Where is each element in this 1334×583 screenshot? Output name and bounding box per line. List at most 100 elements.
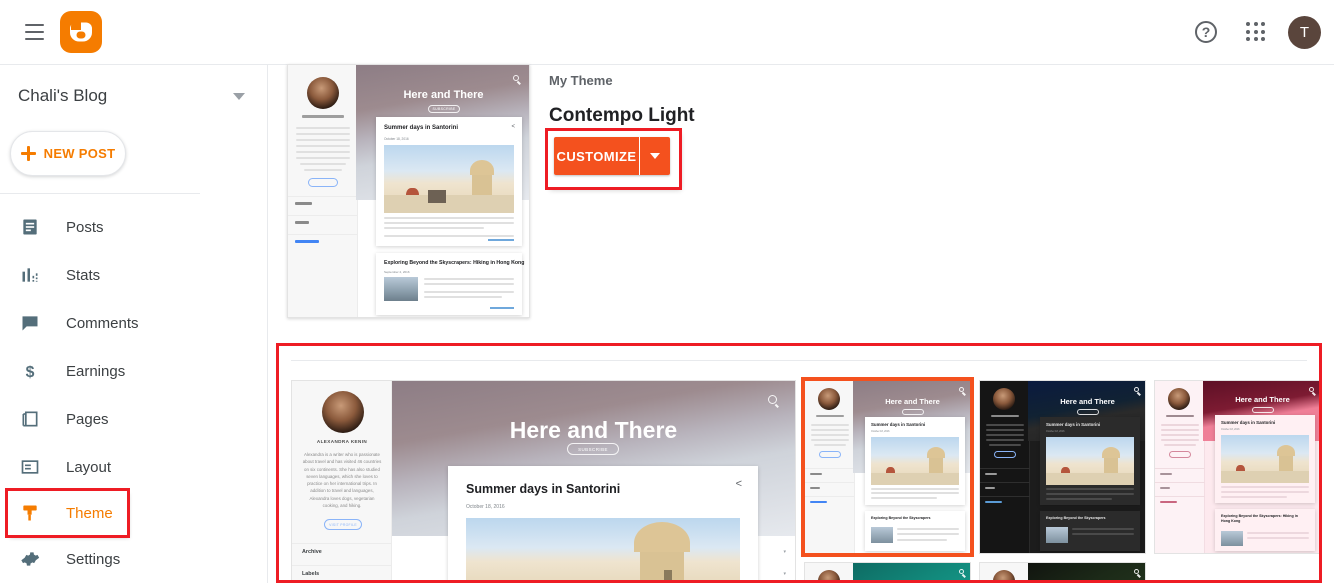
- labels-widget-label[interactable]: Labels: [302, 571, 319, 577]
- post-card[interactable]: Summer days in Santorini October 18, 201…: [376, 117, 522, 246]
- subscribe-button[interactable]: SUBSCRIBE: [428, 105, 460, 113]
- sidebar-item-posts[interactable]: Posts: [0, 203, 267, 251]
- layout-icon: [18, 455, 42, 479]
- sidebar-item-pages[interactable]: Pages: [0, 395, 267, 443]
- blogger-theme-page: ? T Chali's Blog NEW POST Posts Stats Co…: [0, 0, 1334, 583]
- blog-hero: [1028, 563, 1145, 580]
- customize-dropdown-button[interactable]: [640, 137, 670, 175]
- new-post-button[interactable]: NEW POST: [10, 131, 126, 176]
- blog-title: Here and There: [509, 417, 678, 443]
- theme-variant-thumb-teal[interactable]: Here and There: [804, 562, 971, 580]
- sidebar-item-comments[interactable]: Comments: [0, 299, 267, 347]
- visit-profile-button[interactable]: [308, 178, 338, 187]
- comments-icon: [18, 311, 42, 335]
- sidebar-item-settings[interactable]: Settings: [0, 535, 267, 583]
- sidebar-item-label: Layout: [66, 458, 112, 476]
- post-title: Exploring Beyond the Skyscrapers: Hiking…: [384, 260, 525, 266]
- blog-preview-render: Here and There: [980, 563, 1145, 580]
- blog-switcher[interactable]: Chali's Blog: [0, 79, 267, 113]
- visit-profile-button[interactable]: [819, 451, 841, 458]
- sidebar-item-label: Pages: [66, 410, 109, 428]
- post-date: October 18, 2016: [384, 137, 409, 141]
- visit-profile-button[interactable]: VISIT PROFILE: [324, 519, 362, 530]
- hamburger-line: [24, 24, 44, 26]
- archive-widget[interactable]: [295, 202, 312, 205]
- apps-button[interactable]: [1234, 10, 1278, 54]
- customize-button[interactable]: CUSTOMIZE: [554, 137, 670, 175]
- post-card: Summer days in Santorini October 18, 201…: [1215, 415, 1315, 503]
- share-icon[interactable]: <: [512, 259, 515, 265]
- blogger-logo-icon[interactable]: [60, 11, 102, 53]
- search-icon[interactable]: [768, 395, 777, 404]
- share-icon[interactable]: <: [511, 124, 515, 130]
- sidebar-item-theme[interactable]: Theme: [5, 488, 130, 538]
- theme-variant-thumb-selected[interactable]: Here and There Summer days in Santorini …: [801, 377, 974, 557]
- gallery-divider: [291, 360, 1307, 361]
- labels-widget[interactable]: [295, 221, 309, 224]
- search-icon: [959, 387, 964, 392]
- gallery-row-primary: ALEXANDRA KENIN Alexandra is a writer wh…: [291, 377, 1319, 580]
- theme-variant-large-preview[interactable]: ALEXANDRA KENIN Alexandra is a writer wh…: [291, 380, 796, 580]
- theme-variant-thumb-green[interactable]: Here and There: [979, 562, 1146, 580]
- search-icon: [1134, 569, 1139, 574]
- blog-preview-render: Here and There Summer days in Santorini …: [805, 381, 970, 553]
- hamburger-menu-icon[interactable]: [12, 10, 56, 54]
- help-button[interactable]: ?: [1184, 10, 1228, 54]
- post-card: Exploring Beyond the Skyscrapers: Hiking…: [1215, 509, 1315, 551]
- sidebar-divider: [0, 193, 200, 194]
- blog-hero: [853, 563, 970, 580]
- post-card[interactable]: Summer days in Santorini October 18, 201…: [448, 466, 758, 580]
- sidebar-item-earnings[interactable]: $ Earnings: [0, 347, 267, 395]
- blog-preview-render: ALEXANDRA KENIN Alexandra is a writer wh…: [292, 381, 795, 580]
- post-title: Summer days in Santorini: [466, 482, 621, 496]
- post-title: Exploring Beyond the Skyscrapers: [1046, 516, 1106, 520]
- archive-widget-label[interactable]: Archive: [302, 549, 322, 555]
- subscribe-button[interactable]: SUBSCRIBE: [567, 443, 619, 455]
- blogger-logo-notch: [71, 22, 81, 30]
- search-icon: [959, 569, 964, 574]
- visit-profile-button[interactable]: [1169, 451, 1191, 458]
- post-title: Summer days in Santorini: [1221, 420, 1276, 425]
- posts-icon: [18, 215, 42, 239]
- blog-preview-render: Here and There Summer days in Santorini …: [1155, 381, 1319, 553]
- sidebar-item-label: Earnings: [66, 362, 126, 380]
- sidebar-item-label: Settings: [66, 550, 121, 568]
- post-image: [466, 518, 740, 580]
- post-title: Exploring Beyond the Skyscrapers: Hiking…: [1221, 514, 1298, 524]
- author-name-text: [302, 115, 344, 118]
- post-card: Summer days in Santorini October 18, 201…: [865, 417, 965, 505]
- current-theme-preview[interactable]: Here and There SUBSCRIBE Summer days in …: [287, 64, 530, 318]
- blog-title: Here and There: [885, 397, 940, 406]
- avatar[interactable]: T: [1288, 15, 1321, 49]
- visit-profile-button[interactable]: [994, 451, 1016, 458]
- sidebar-item-stats[interactable]: Stats: [0, 251, 267, 299]
- author-name: ALEXANDRA KENIN: [316, 439, 368, 444]
- post-thumbnail: [384, 277, 418, 301]
- avatar: [818, 388, 840, 410]
- chevron-down-icon[interactable]: ▾: [783, 571, 786, 577]
- blog-title: Here and There: [1235, 395, 1290, 404]
- read-more-link[interactable]: [490, 307, 514, 309]
- read-more-link[interactable]: [488, 239, 514, 241]
- search-icon[interactable]: [513, 75, 519, 81]
- post-card[interactable]: Exploring Beyond the Skyscrapers: Hiking…: [376, 253, 525, 315]
- sidebar-item-label: Posts: [66, 218, 104, 236]
- post-title: Summer days in Santorini: [1046, 422, 1101, 427]
- report-abuse-link[interactable]: [295, 240, 319, 243]
- customize-button-label: CUSTOMIZE: [554, 137, 639, 175]
- sidebar-item-label: Theme: [66, 504, 113, 522]
- search-icon: [1134, 387, 1139, 392]
- customize-separator: [639, 137, 640, 175]
- share-icon[interactable]: <: [736, 478, 742, 490]
- plus-icon: [20, 146, 36, 161]
- theme-variant-thumb-pink[interactable]: Here and There Summer days in Santorini …: [1154, 380, 1319, 554]
- gallery-col-1: Here and There Summer days in Santorini …: [801, 377, 974, 580]
- theme-variant-thumb-dark[interactable]: Here and There Summer days in Santorini …: [979, 380, 1146, 554]
- post-card: Exploring Beyond the Skyscrapers: [865, 511, 965, 551]
- sidebar: Chali's Blog NEW POST Posts Stats Commen…: [0, 65, 268, 583]
- top-app-bar: ? T: [0, 0, 1334, 65]
- post-card: Exploring Beyond the Skyscrapers: [1040, 511, 1140, 551]
- chevron-down-icon[interactable]: ▾: [783, 549, 786, 555]
- sidebar-item-layout[interactable]: Layout: [0, 443, 267, 491]
- gallery-col-2: Here and There Summer days in Santorini …: [979, 380, 1146, 580]
